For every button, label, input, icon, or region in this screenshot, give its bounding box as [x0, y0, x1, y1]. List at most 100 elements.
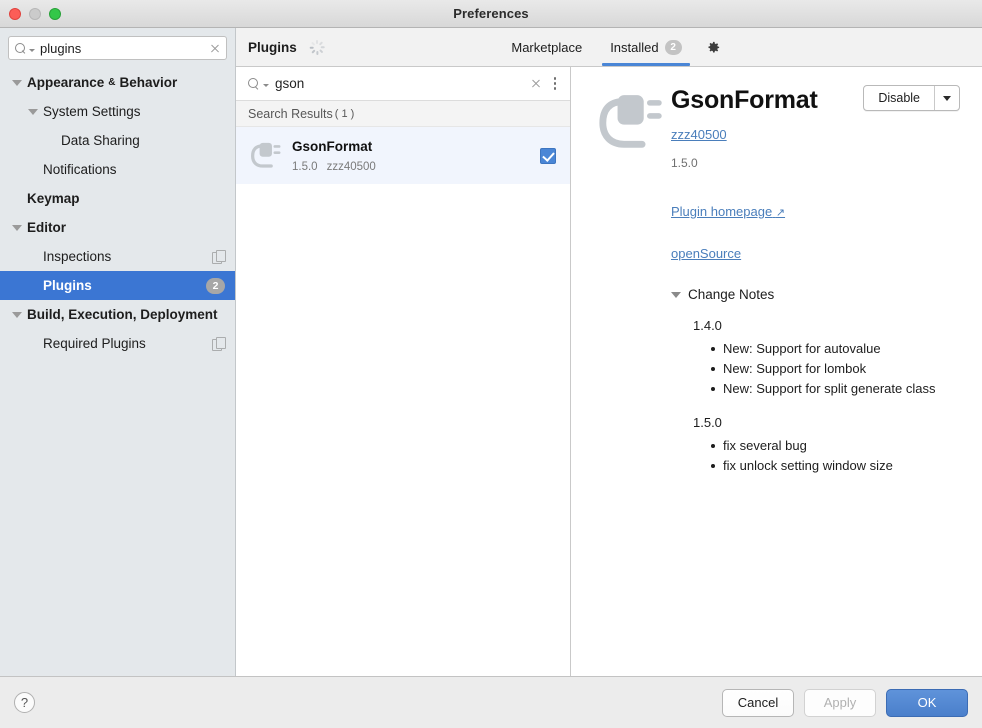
- apply-button[interactable]: Apply: [804, 688, 876, 717]
- copy-settings-icon[interactable]: [212, 337, 226, 351]
- change-notes-prefix: New:: [723, 381, 753, 396]
- sidebar-search-input[interactable]: plugins: [8, 36, 227, 60]
- plugin-detail-pane: GsonFormat Disable zzz40500 1.5.0 Plugin…: [571, 67, 982, 676]
- change-notes-item: New: Support for autovalue: [711, 339, 960, 359]
- sidebar-item-label: Keymap: [27, 191, 80, 206]
- dialog-body: plugins Appearance & Behavior System Set…: [0, 28, 982, 677]
- window-title: Preferences: [453, 6, 529, 21]
- plugin-version: 1.5.0: [671, 156, 698, 170]
- title-bar: Preferences: [0, 0, 982, 28]
- sidebar-item-system-settings[interactable]: System Settings: [0, 97, 235, 126]
- change-notes-text: Support for lombok: [756, 361, 867, 376]
- plugin-meta: 1.5.0 zzz40500: [292, 161, 530, 173]
- sidebar-item-build-execution-deployment[interactable]: Build, Execution, Deployment: [0, 300, 235, 329]
- tab-label: Marketplace: [511, 39, 583, 55]
- settings-sidebar: plugins Appearance & Behavior System Set…: [0, 28, 236, 676]
- sidebar-item-label: Appearance: [27, 75, 105, 90]
- clear-search-icon[interactable]: [209, 42, 221, 54]
- plugin-name: GsonFormat: [292, 139, 373, 154]
- sidebar-item-label: Plugins: [43, 278, 92, 293]
- change-notes-text: fix unlock setting window size: [723, 458, 893, 473]
- tab-label: Installed: [610, 39, 659, 55]
- tab-installed[interactable]: Installed 2: [596, 28, 695, 66]
- sidebar-item-label: Inspections: [43, 249, 112, 264]
- sidebar-search-value: plugins: [40, 40, 82, 56]
- plugin-enabled-checkbox[interactable]: [540, 147, 556, 164]
- plugin-vendor-link[interactable]: zzz40500: [671, 127, 727, 142]
- sidebar-item-data-sharing[interactable]: Data Sharing: [0, 126, 235, 155]
- sidebar-item-appearance-behavior[interactable]: Appearance & Behavior: [0, 68, 235, 97]
- sidebar-item-keymap[interactable]: Keymap: [0, 184, 235, 213]
- plugin-search-value: gson: [275, 76, 305, 91]
- clear-search-icon[interactable]: [530, 78, 542, 90]
- ok-button[interactable]: OK: [886, 688, 968, 717]
- external-link-icon: ↗: [775, 207, 786, 219]
- chevron-down-icon: [263, 84, 269, 87]
- page-title: Plugins: [248, 39, 297, 55]
- dialog-footer: ? Cancel Apply OK: [0, 677, 982, 728]
- chevron-down-icon[interactable]: [28, 108, 38, 115]
- plugins-panes: gson Search Results ( 1 ) GsonFormat 1.5…: [236, 67, 982, 676]
- plugins-tabs: Marketplace Installed 2: [236, 28, 982, 66]
- sidebar-item-editor[interactable]: Editor: [0, 213, 235, 242]
- search-icon: [248, 78, 259, 89]
- search-results-label: Search Results: [248, 106, 333, 121]
- zoom-button[interactable]: [49, 7, 61, 20]
- more-options-icon[interactable]: [548, 76, 562, 92]
- copy-settings-icon[interactable]: [212, 250, 226, 264]
- window-controls: [9, 0, 61, 27]
- plugin-icon: [248, 139, 282, 173]
- list-item[interactable]: GsonFormat 1.5.0 zzz40500: [236, 127, 570, 184]
- sidebar-item-inspections[interactable]: Inspections: [0, 242, 235, 271]
- plugin-list-pane: gson Search Results ( 1 ) GsonFormat 1.5…: [236, 67, 571, 676]
- settings-tree: Appearance & Behavior System Settings Da…: [0, 66, 235, 676]
- sidebar-item-label: Data Sharing: [61, 133, 140, 148]
- search-icon: [15, 42, 26, 54]
- plugins-content: Plugins Marketplace Installed 2 gson Sea…: [236, 28, 982, 676]
- change-notes-toggle[interactable]: Change Notes: [671, 287, 960, 302]
- chevron-down-icon: [943, 95, 951, 101]
- sidebar-item-required-plugins[interactable]: Required Plugins: [0, 329, 235, 358]
- chevron-down-icon: [29, 48, 35, 52]
- help-button[interactable]: ?: [14, 692, 35, 713]
- tab-badge: 2: [664, 39, 682, 55]
- plugin-search-input[interactable]: gson: [236, 67, 570, 101]
- disable-split-button[interactable]: Disable: [863, 85, 960, 111]
- close-button[interactable]: [9, 7, 21, 20]
- search-results-header: Search Results ( 1 ): [236, 101, 570, 127]
- plugin-large-icon: [593, 83, 671, 164]
- change-notes-version: 1.4.0: [693, 318, 722, 333]
- sidebar-item-label: Required Plugins: [43, 336, 146, 351]
- sidebar-item-label: Notifications: [43, 162, 117, 177]
- sidebar-item-label: Build, Execution, Deployment: [27, 307, 218, 322]
- chevron-down-icon: [671, 291, 681, 298]
- cancel-button[interactable]: Cancel: [722, 688, 794, 717]
- footer-buttons: Cancel Apply OK: [722, 688, 968, 717]
- plugin-tag-link[interactable]: openSource: [671, 246, 741, 261]
- ampersand-glyph: &: [108, 77, 116, 88]
- plugin-homepage-link[interactable]: Plugin homepage ↗: [671, 204, 785, 219]
- sidebar-item-plugins[interactable]: Plugins 2: [0, 271, 235, 300]
- change-notes-label: Change Notes: [688, 287, 775, 302]
- sidebar-item-badge: 2: [206, 277, 225, 294]
- chevron-down-icon[interactable]: [12, 224, 22, 231]
- change-notes-item: fix several bug: [711, 436, 960, 456]
- disable-dropdown-arrow[interactable]: [935, 86, 959, 110]
- sidebar-item-notifications[interactable]: Notifications: [0, 155, 235, 184]
- gear-icon[interactable]: [706, 40, 721, 55]
- chevron-down-icon[interactable]: [12, 311, 22, 318]
- sidebar-search-container: plugins: [0, 28, 235, 66]
- change-notes-text: Support for autovalue: [756, 341, 881, 356]
- tab-marketplace[interactable]: Marketplace: [497, 28, 596, 66]
- plugin-detail-header: GsonFormat Disable zzz40500 1.5.0 Plugin…: [593, 83, 960, 476]
- change-notes-version: 1.5.0: [693, 415, 722, 430]
- plugin-title-row: GsonFormat Disable: [671, 85, 960, 115]
- plugin-title: GsonFormat: [671, 86, 818, 114]
- disable-button[interactable]: Disable: [864, 86, 935, 110]
- active-tab-underline: [602, 63, 690, 66]
- change-notes-prefix: New:: [723, 341, 753, 356]
- loading-spinner-icon: [309, 39, 325, 55]
- minimize-button[interactable]: [29, 7, 41, 20]
- chevron-down-icon[interactable]: [12, 79, 22, 86]
- sidebar-item-label-2: Behavior: [119, 75, 178, 90]
